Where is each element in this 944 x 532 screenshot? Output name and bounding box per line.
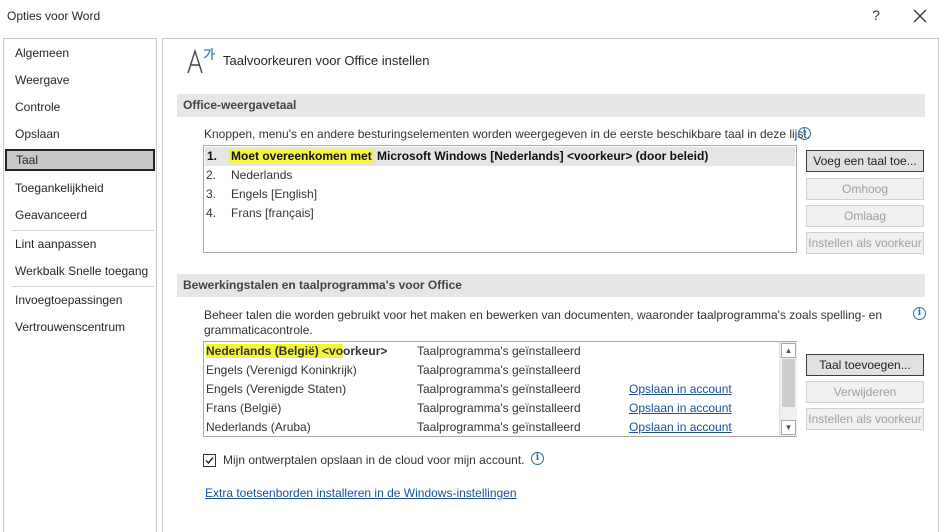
sidebar: Algemeen Weergave Controle Opslaan Taal … bbox=[3, 38, 157, 532]
sidebar-item-vertrouwenscentrum[interactable]: Vertrouwenscentrum bbox=[5, 316, 155, 338]
add-editing-language-button[interactable]: Taal toevoegen... bbox=[806, 354, 924, 376]
highlighted-text: Nederlands (België) <vo bbox=[206, 344, 344, 358]
language-cell-rest: orkeur> bbox=[343, 344, 388, 358]
status-cell: Taalprogramma's geïnstalleerd bbox=[417, 363, 581, 377]
language-cell: Nederlands (België) <voorkeur> bbox=[206, 342, 387, 361]
move-up-button[interactable]: Omhoog bbox=[806, 178, 924, 200]
status-cell: Taalprogramma's geïnstalleerd bbox=[417, 382, 581, 396]
install-keyboards-link[interactable]: Extra toetsenborden installeren in de Wi… bbox=[205, 486, 517, 500]
list-item[interactable]: 4. Frans [français] bbox=[206, 204, 314, 223]
sidebar-divider bbox=[12, 230, 154, 231]
sidebar-item-opslaan[interactable]: Opslaan bbox=[5, 123, 155, 145]
table-row[interactable]: Engels (Verenigde Staten) Taalprogramma'… bbox=[206, 380, 776, 399]
language-cell: Nederlands (Aruba) bbox=[206, 420, 311, 434]
save-in-account-link[interactable]: Opslaan in account bbox=[629, 418, 732, 437]
move-down-button[interactable]: Omlaag bbox=[806, 205, 924, 227]
sidebar-item-invoegtoepassingen[interactable]: Invoegtoepassingen bbox=[5, 289, 155, 311]
table-row[interactable]: Nederlands (Aruba) Taalprogramma's geïns… bbox=[206, 418, 776, 437]
display-language-list[interactable]: 1. Moet overeenkomen met Microsoft Window… bbox=[203, 145, 797, 253]
list-item-number: 2. bbox=[206, 168, 217, 182]
sidebar-item-lint-aanpassen[interactable]: Lint aanpassen bbox=[5, 233, 155, 255]
title-bar bbox=[0, 0, 944, 32]
close-icon bbox=[913, 9, 927, 23]
scrollbar-thumb[interactable] bbox=[782, 359, 795, 407]
display-language-description: Knoppen, menu's en andere besturingselem… bbox=[204, 127, 811, 141]
section-header-display-language: Office-weergavetaal bbox=[177, 94, 925, 117]
remove-language-button[interactable]: Verwijderen bbox=[806, 381, 924, 403]
highlighted-text: Moet overeenkomen met bbox=[229, 149, 374, 163]
list-item-number: 4. bbox=[206, 206, 217, 220]
list-item-label: Microsoft Windows [Nederlands] <voorkeur… bbox=[373, 149, 709, 163]
list-item-label: Engels [English] bbox=[231, 187, 318, 201]
sidebar-divider bbox=[12, 286, 154, 287]
list-item-label: Nederlands bbox=[231, 168, 293, 182]
status-cell: Taalprogramma's geïnstalleerd bbox=[417, 420, 581, 434]
save-in-account-link[interactable]: Opslaan in account bbox=[629, 399, 732, 418]
table-row[interactable]: Frans (België) Taalprogramma's geïnstall… bbox=[206, 399, 776, 418]
save-in-account-link[interactable]: Opslaan in account bbox=[629, 380, 732, 399]
page-title: Taalvoorkeuren voor Office instellen bbox=[223, 53, 430, 68]
info-icon[interactable]: i bbox=[798, 127, 811, 140]
cloud-save-checkbox[interactable] bbox=[203, 454, 216, 467]
status-cell: Taalprogramma's geïnstalleerd bbox=[417, 401, 581, 415]
set-display-preference-button[interactable]: Instellen als voorkeur bbox=[806, 232, 924, 254]
list-item[interactable]: 2. Nederlands bbox=[206, 166, 292, 185]
info-icon[interactable]: i bbox=[913, 307, 926, 320]
language-cell: Engels (Verenigde Staten) bbox=[206, 382, 347, 396]
language-cell: Frans (België) bbox=[206, 401, 282, 415]
help-button[interactable]: ? bbox=[866, 7, 886, 25]
info-icon[interactable]: i bbox=[531, 452, 544, 465]
scrollbar[interactable]: ▲ ▼ bbox=[779, 342, 797, 436]
table-row[interactable]: Nederlands (België) <voorkeur> Taalprogr… bbox=[206, 342, 776, 361]
sidebar-item-taal[interactable]: Taal bbox=[5, 149, 155, 171]
close-button[interactable] bbox=[908, 4, 932, 28]
set-editing-preference-button[interactable]: Instellen als voorkeur bbox=[806, 408, 924, 430]
sidebar-item-weergave[interactable]: Weergave bbox=[5, 69, 155, 91]
sidebar-item-controle[interactable]: Controle bbox=[5, 96, 155, 118]
scroll-up-icon[interactable]: ▲ bbox=[781, 343, 796, 358]
editing-languages-description-line1: Beheer talen die worden gebruikt voor he… bbox=[204, 308, 883, 322]
list-item[interactable]: 3. Engels [English] bbox=[206, 185, 317, 204]
sidebar-item-geavanceerd[interactable]: Geavanceerd bbox=[5, 204, 155, 226]
editing-languages-description-line2: grammaticacontrole. bbox=[204, 323, 313, 337]
window-title: Opties voor Word bbox=[7, 9, 101, 23]
list-item-number: 1. bbox=[207, 149, 218, 163]
list-item[interactable]: 1. Moet overeenkomen met Microsoft Window… bbox=[205, 147, 795, 166]
scroll-down-icon[interactable]: ▼ bbox=[781, 420, 796, 435]
list-item-number: 3. bbox=[206, 187, 217, 201]
sidebar-item-toegankelijkheid[interactable]: Toegankelijkheid bbox=[5, 177, 155, 199]
list-item-label: Frans [français] bbox=[231, 206, 314, 220]
add-display-language-button[interactable]: Voeg een taal toe... bbox=[806, 150, 924, 172]
section-header-editing-languages: Bewerkingstalen en taalprogramma's voor … bbox=[177, 274, 925, 297]
sidebar-item-algemeen[interactable]: Algemeen bbox=[5, 42, 155, 64]
checkmark-icon bbox=[205, 457, 214, 465]
sidebar-item-werkbalk-snelle-toegang[interactable]: Werkbalk Snelle toegang bbox=[5, 260, 155, 282]
language-icon bbox=[186, 46, 216, 76]
status-cell: Taalprogramma's geïnstalleerd bbox=[417, 344, 581, 358]
table-row[interactable]: Engels (Verenigd Koninkrijk) Taalprogram… bbox=[206, 361, 776, 380]
editing-languages-table[interactable]: Nederlands (België) <voorkeur> Taalprogr… bbox=[203, 341, 797, 437]
language-cell: Engels (Verenigd Koninkrijk) bbox=[206, 363, 357, 377]
cloud-save-label[interactable]: Mijn ontwerptalen opslaan in de cloud vo… bbox=[223, 453, 525, 467]
